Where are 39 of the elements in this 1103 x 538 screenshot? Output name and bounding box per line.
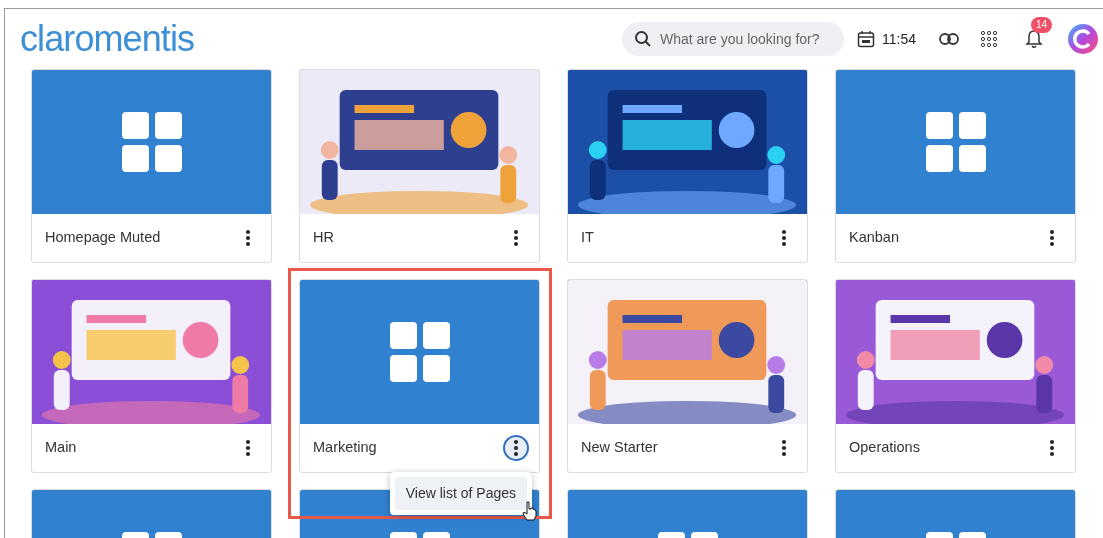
more-options-icon <box>1050 230 1054 246</box>
card-title: Main <box>45 438 77 458</box>
more-options-icon <box>782 440 786 456</box>
grid-icon <box>121 112 182 172</box>
page-card[interactable]: IT <box>567 69 808 263</box>
page-card[interactable]: HR <box>299 69 540 263</box>
link-icon[interactable] <box>939 33 959 45</box>
bell-icon[interactable] <box>1025 29 1043 49</box>
menu-item[interactable]: View list of Pages <box>394 477 527 510</box>
more-options-icon <box>246 440 250 456</box>
page-card[interactable]: Homepage Muted <box>31 69 272 263</box>
page-card[interactable]: Operations <box>835 279 1076 473</box>
more-options-icon <box>514 440 518 456</box>
more-options-icon <box>514 230 518 246</box>
card-title: HR <box>313 228 334 248</box>
grid-icon <box>389 322 450 382</box>
avatar-icon[interactable] <box>1067 23 1099 55</box>
card-title: New Starter <box>581 438 658 458</box>
more-options-icon <box>782 230 786 246</box>
page-card[interactable]: Kanban <box>835 69 1076 263</box>
search-input[interactable]: What are you looking for? <box>660 28 825 50</box>
card-title: Kanban <box>849 228 899 248</box>
page-card[interactable]: Main <box>31 279 272 473</box>
notification-badge: 14 <box>1031 17 1053 33</box>
page-card[interactable]: New Starter <box>567 279 808 473</box>
more-options-icon <box>1050 440 1054 456</box>
search-field[interactable]: What are you looking for? <box>622 22 844 56</box>
card-title: IT <box>581 228 594 248</box>
card-title: Operations <box>849 438 920 458</box>
card-title: Homepage Muted <box>45 228 161 248</box>
more-options-icon <box>246 230 250 246</box>
apps-grid-icon[interactable] <box>981 31 997 47</box>
calendar-icon[interactable] <box>857 30 875 48</box>
search-icon <box>634 30 652 48</box>
page-card[interactable]: Marketing <box>299 279 540 473</box>
clock-time: 11:54 <box>882 29 916 49</box>
card-title: Marketing <box>313 438 377 458</box>
more-options-button[interactable] <box>503 435 529 461</box>
grid-icon <box>925 112 986 172</box>
